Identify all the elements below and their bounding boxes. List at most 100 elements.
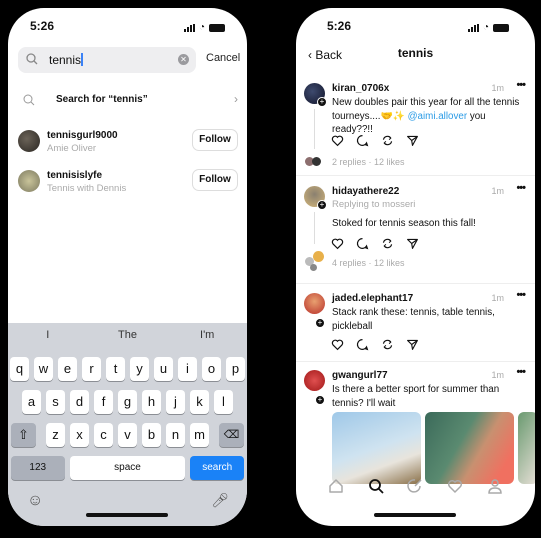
avatar [18,170,40,192]
wifi-icon: ◔ [482,22,489,33]
shift-key[interactable]: ⇧ [11,423,36,447]
suggestion-bar: I The I'm [8,329,247,345]
suggestion[interactable]: I [8,329,88,345]
follow-button[interactable]: Follow [192,169,238,191]
repost-icon[interactable] [381,237,394,250]
post-image[interactable] [332,412,421,484]
replier-avatar [313,251,324,262]
text-caret [81,53,83,66]
more-icon[interactable]: ••• [516,79,526,91]
follow-plus-icon[interactable]: + [315,395,325,405]
repost-icon[interactable] [381,134,394,147]
post-username[interactable]: kiran_0706x [332,83,389,94]
post-username[interactable]: hidayathere22 [332,186,399,197]
cancel-button[interactable]: Cancel [206,52,240,64]
post-stats[interactable]: 2 replies · 12 likes [332,157,405,167]
key-w[interactable]: w [34,357,53,381]
key-b[interactable]: b [142,423,161,447]
home-icon[interactable] [328,478,344,508]
user-result[interactable]: tennisislyfe Tennis with Dennis Follow [18,164,238,200]
share-icon[interactable] [406,134,419,147]
status-time: 5:26 [30,19,55,33]
repost-icon[interactable] [381,338,394,351]
share-icon[interactable] [406,237,419,250]
post-time: 1m [491,293,504,303]
compose-icon[interactable] [407,478,423,508]
heart-icon[interactable] [447,478,463,508]
search-for-row[interactable]: Search for “tennis” › [18,90,238,110]
signal-icon [183,23,195,32]
key-y[interactable]: y [130,357,149,381]
key-x[interactable]: x [70,423,89,447]
key-e[interactable]: e [58,357,77,381]
key-j[interactable]: j [166,390,185,414]
status-bar: 5:26 ◔ [296,19,535,35]
like-icon[interactable] [331,338,344,351]
key-t[interactable]: t [106,357,125,381]
key-a[interactable]: a [22,390,41,414]
replier-avatar [312,157,321,166]
suggestion[interactable]: I'm [167,329,247,345]
replier-avatar [310,264,317,271]
post-username[interactable]: gwangurl77 [332,370,388,381]
profile-icon[interactable] [487,478,503,508]
follow-plus-icon[interactable]: + [315,318,325,328]
suggestion[interactable]: The [88,329,168,345]
results-screen: 5:26 ◔ ‹ Back tennis + kiran_0706x 1m ••… [296,8,535,526]
key-m[interactable]: m [190,423,209,447]
replying-to[interactable]: Replying to mosseri [332,199,415,210]
follow-button[interactable]: Follow [192,129,238,151]
user-result[interactable]: tennisgurl9000 Amie Oliver Follow [18,124,238,160]
delete-key[interactable]: ⌫ [219,423,244,447]
comment-icon[interactable] [356,134,369,147]
post-image[interactable] [518,412,535,484]
key-h[interactable]: h [142,390,161,414]
post-text: Stack rank these: tennis, table tennis, … [332,307,495,332]
space-key[interactable]: space [69,456,186,480]
key-r[interactable]: r [82,357,101,381]
key-z[interactable]: z [46,423,65,447]
more-icon[interactable]: ••• [516,182,526,194]
key-u[interactable]: u [154,357,173,381]
keyboard: I The I'm qwertyuiop asdfghjkl ⇧ zxcvbnm… [8,323,247,526]
follow-plus-icon[interactable]: + [317,200,327,210]
key-k[interactable]: k [190,390,209,414]
share-icon[interactable] [406,338,419,351]
home-indicator [374,513,456,517]
key-c[interactable]: c [94,423,113,447]
microphone-icon[interactable]: 🎤︎ [211,492,229,509]
search-icon[interactable] [368,478,384,508]
post-username[interactable]: jaded.elephant17 [332,293,413,304]
key-g[interactable]: g [118,390,137,414]
post-actions [331,237,419,250]
key-v[interactable]: v [118,423,137,447]
comment-icon[interactable] [356,338,369,351]
emoji-icon[interactable]: ☺ [27,492,43,510]
key-n[interactable]: n [166,423,185,447]
clear-icon[interactable]: ✕ [178,54,189,65]
key-p[interactable]: p [226,357,245,381]
post-image-carousel[interactable] [332,412,535,484]
numbers-key[interactable]: 123 [11,456,65,480]
like-icon[interactable] [331,237,344,250]
more-icon[interactable]: ••• [516,289,526,301]
key-l[interactable]: l [214,390,233,414]
key-q[interactable]: q [10,357,29,381]
key-s[interactable]: s [46,390,65,414]
key-f[interactable]: f [94,390,113,414]
post-stats[interactable]: 4 replies · 12 likes [332,258,405,268]
mention-link[interactable]: @aimi.allover [408,111,468,122]
status-time: 5:26 [327,19,352,33]
key-o[interactable]: o [202,357,221,381]
search-input[interactable]: tennis ✕ [18,47,196,73]
like-icon[interactable] [331,134,344,147]
search-key[interactable]: search [190,456,244,480]
post-time: 1m [491,186,504,196]
more-icon[interactable]: ••• [516,366,526,378]
key-d[interactable]: d [70,390,89,414]
comment-icon[interactable] [356,237,369,250]
follow-plus-icon[interactable]: + [317,97,327,107]
key-i[interactable]: i [178,357,197,381]
chevron-right-icon: › [234,92,238,106]
post-image[interactable] [425,412,514,484]
